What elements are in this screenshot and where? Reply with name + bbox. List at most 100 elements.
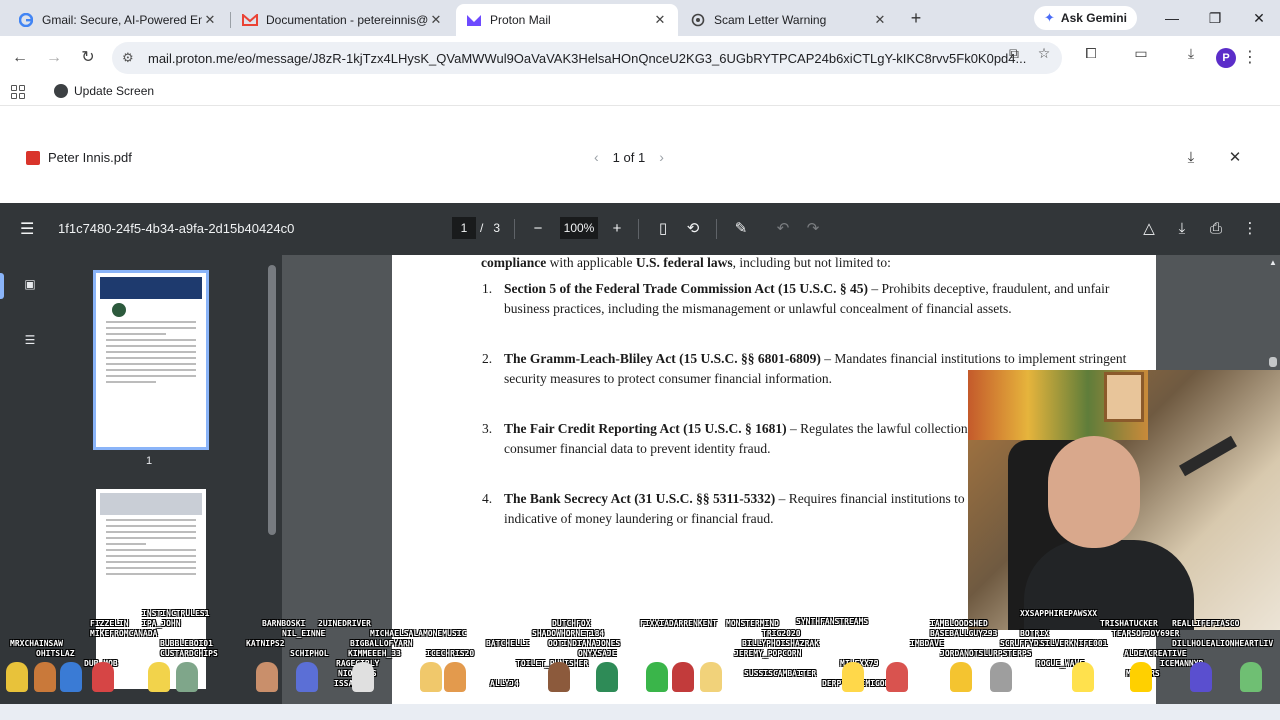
viewer-avatar xyxy=(6,662,28,692)
viewer-avatar xyxy=(672,662,694,692)
taskbar xyxy=(0,704,1280,720)
minimize-icon[interactable]: — xyxy=(1162,8,1182,28)
viewer-avatar xyxy=(1240,662,1262,692)
zoom-level-input[interactable]: 100% xyxy=(560,217,598,239)
gmail-icon xyxy=(242,12,258,28)
reload-icon[interactable]: ↻ xyxy=(76,46,100,70)
tab-gmail[interactable]: Gmail: Secure, AI-Powered Ema ✕ xyxy=(8,4,228,36)
download-icon[interactable]: ⤓ xyxy=(1171,219,1193,239)
viewer-avatar xyxy=(296,662,318,692)
page-separator: / xyxy=(480,221,484,235)
download-icon[interactable]: ⤓ xyxy=(1181,148,1201,168)
undo-icon[interactable]: ↶ xyxy=(772,219,794,239)
chevron-right-icon[interactable]: › xyxy=(659,149,664,165)
viewer-avatar xyxy=(596,662,618,692)
viewer-avatar xyxy=(700,662,722,692)
tab-title: Documentation - petereinnis@ xyxy=(266,13,428,27)
viewer-avatar xyxy=(990,662,1012,692)
browser-toolbar: ← → ↻ ⚙ mail.proton.me/eo/message/J8zR-1… xyxy=(0,36,1280,80)
hamburger-menu-icon[interactable]: ☰ xyxy=(20,219,34,239)
tab-divider xyxy=(230,12,231,28)
viewer-avatar xyxy=(950,662,972,692)
viewer-avatar xyxy=(34,662,56,692)
viewer-avatar xyxy=(420,662,442,692)
viewer-avatar xyxy=(1072,662,1094,692)
divider xyxy=(514,219,515,239)
viewer-avatar xyxy=(60,662,82,692)
gemini-label: Ask Gemini xyxy=(1060,11,1127,25)
page-thumbnail-2[interactable] xyxy=(96,489,206,689)
proton-icon xyxy=(466,12,482,28)
profile-avatar[interactable]: P xyxy=(1216,48,1236,68)
address-bar[interactable]: ⚙ mail.proton.me/eo/message/J8zR-1kjTzx4… xyxy=(112,42,1062,74)
tab-title: Scam Letter Warning xyxy=(714,13,827,27)
viewer-avatar xyxy=(92,662,114,692)
tab-scam-letter-warning[interactable]: Scam Letter Warning ✕ xyxy=(680,4,898,36)
scroll-up-icon[interactable]: ▲ xyxy=(1268,258,1278,267)
streamer-body xyxy=(1024,540,1194,630)
globe-icon xyxy=(54,84,68,98)
gemini-icon: ✦ xyxy=(1044,10,1055,25)
bookmark-update-screen[interactable]: Update Screen xyxy=(54,84,154,98)
redo-icon[interactable]: ↷ xyxy=(802,219,824,239)
thumbnail-page-number: 1 xyxy=(146,455,153,467)
document-title: 1f1c7480-24f5-4b34-a9fa-2d15b40424c0 xyxy=(58,221,295,236)
attachment-count: 1 of 1 xyxy=(612,149,646,165)
install-app-icon[interactable]: ⧉ xyxy=(1005,44,1023,62)
chevron-left-icon[interactable]: ‹ xyxy=(594,149,599,165)
viewer-avatar xyxy=(886,662,908,692)
rotate-icon[interactable]: ⟲ xyxy=(682,219,704,239)
zoom-in-icon[interactable]: + xyxy=(606,219,628,239)
close-icon[interactable]: ✕ xyxy=(428,12,444,28)
ask-gemini-button[interactable]: ✦ Ask Gemini xyxy=(1034,6,1137,30)
close-icon[interactable]: ✕ xyxy=(652,12,668,28)
url-text[interactable]: mail.proton.me/eo/message/J8zR-1kjTzx4LH… xyxy=(148,51,1062,66)
google-icon xyxy=(18,12,34,28)
viewer-avatar xyxy=(148,662,170,692)
forward-arrow-icon[interactable]: → xyxy=(42,46,66,70)
law-item: 1. Section 5 of the Federal Trade Commiss… xyxy=(482,281,1110,316)
window-close-icon[interactable]: ✕ xyxy=(1249,8,1269,28)
cast-icon[interactable]: ▭ xyxy=(1132,44,1150,62)
close-icon[interactable]: ✕ xyxy=(202,12,218,28)
apps-grid-icon[interactable] xyxy=(11,85,25,99)
page-number-input[interactable]: 1 xyxy=(452,217,476,239)
tab-proton-mail[interactable]: Proton Mail ✕ xyxy=(456,4,678,36)
scroll-thumb[interactable] xyxy=(1269,357,1277,367)
save-to-drive-icon[interactable]: △ xyxy=(1138,219,1160,239)
site-info-icon[interactable]: ⚙ xyxy=(122,50,140,66)
attachment-viewer-header: Peter Innis.pdf ‹ 1 of 1 › ⤓ ✕ xyxy=(0,110,1280,202)
tab-documentation[interactable]: Documentation - petereinnis@ ✕ xyxy=(232,4,454,36)
kebab-menu-icon[interactable]: ⋮ xyxy=(1238,46,1262,70)
fit-page-icon[interactable]: ▯ xyxy=(652,219,674,239)
more-options-icon[interactable]: ⋮ xyxy=(1239,219,1261,239)
extensions-icon[interactable]: ⧠ xyxy=(1082,44,1100,62)
outline-icon[interactable]: ☰ xyxy=(22,333,38,349)
bookmarks-bar: Update Screen xyxy=(0,80,1280,106)
viewer-avatar xyxy=(548,662,570,692)
bookmark-label: Update Screen xyxy=(74,84,155,98)
thumbnail-sidebar: ▣ ☰ 1 xyxy=(0,255,282,720)
page-thumbnail-1[interactable] xyxy=(93,270,209,450)
zoom-out-icon[interactable]: − xyxy=(527,219,549,239)
thumbnails-icon[interactable]: ▣ xyxy=(22,277,38,293)
new-tab-button[interactable]: + xyxy=(906,8,926,28)
close-icon[interactable]: ✕ xyxy=(872,12,888,28)
viewer-avatar xyxy=(646,662,668,692)
viewer-avatar xyxy=(256,662,278,692)
restore-icon[interactable]: ❐ xyxy=(1205,8,1225,28)
webcam-overlay xyxy=(968,370,1280,630)
back-arrow-icon[interactable]: ← xyxy=(8,46,32,70)
bookmark-star-icon[interactable]: ☆ xyxy=(1035,44,1053,62)
pdf-toolbar: ☰ 1f1c7480-24f5-4b34-a9fa-2d15b40424c0 1… xyxy=(0,203,1280,255)
pdf-file-icon xyxy=(26,151,40,165)
download-icon[interactable]: ⤓ xyxy=(1182,44,1200,62)
intro-line: compliance with applicable U.S. federal … xyxy=(481,255,891,270)
close-icon[interactable]: ✕ xyxy=(1225,148,1245,168)
viewer-avatar xyxy=(444,662,466,692)
chatgpt-icon xyxy=(690,12,706,28)
print-icon[interactable]: ⎙ xyxy=(1205,219,1227,239)
tab-title: Gmail: Secure, AI-Powered Ema xyxy=(42,13,202,27)
sidebar-scrollbar[interactable] xyxy=(268,265,276,535)
annotate-icon[interactable]: ✎ xyxy=(730,219,752,239)
